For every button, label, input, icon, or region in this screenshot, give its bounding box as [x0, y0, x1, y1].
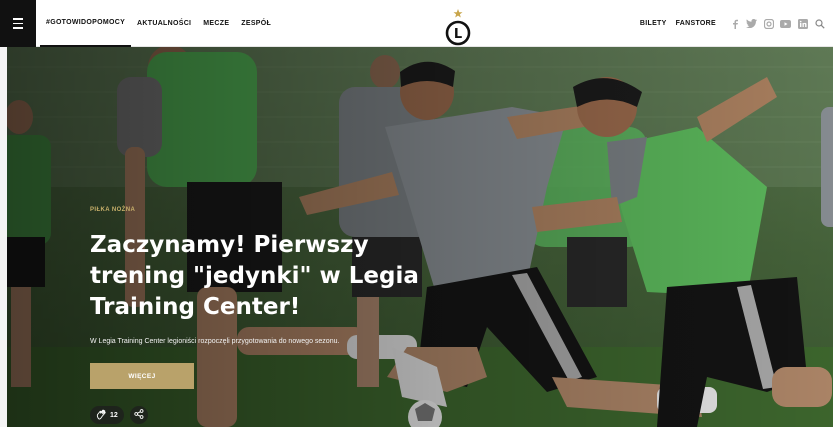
twitter-icon[interactable] — [746, 18, 757, 29]
nav-fanstore[interactable]: FANSTORE — [676, 0, 725, 47]
nav-gotowidopomocy[interactable]: #GOTOWIDOPOMOCY — [40, 0, 132, 47]
hamburger-menu-icon[interactable] — [0, 0, 36, 47]
legia-logo[interactable]: L — [440, 7, 476, 47]
nav-aktualnosci[interactable]: AKTUALNOŚCI — [131, 0, 197, 47]
top-navigation: #GOTOWIDOPOMOCY AKTUALNOŚCI MECZE ZESPÓŁ… — [0, 0, 833, 47]
instagram-icon[interactable] — [763, 18, 774, 29]
logo-star-icon — [453, 9, 463, 18]
search-icon[interactable] — [814, 18, 825, 29]
facebook-icon[interactable] — [729, 18, 740, 29]
clap-hand-icon — [96, 409, 107, 422]
share-icon — [134, 406, 144, 424]
article-lead: W Legia Training Center legioniści rozpo… — [90, 338, 340, 345]
page-left-edge — [0, 47, 7, 427]
secondary-menu: BILETY FANSTORE — [640, 0, 833, 47]
share-button[interactable] — [129, 406, 148, 424]
svg-text:L: L — [454, 27, 462, 42]
clap-button[interactable]: 12 — [90, 406, 124, 424]
hero-content: PIŁKA NOŻNA Zaczynamy! Pierwszy trening … — [90, 207, 510, 424]
youtube-icon[interactable] — [780, 18, 791, 29]
social-links — [729, 18, 825, 29]
article-headline[interactable]: Zaczynamy! Pierwszy trening "jedynki" w … — [90, 230, 450, 323]
linkedin-icon[interactable] — [797, 18, 808, 29]
clap-count: 12 — [110, 411, 118, 419]
nav-mecze[interactable]: MECZE — [197, 0, 235, 47]
article-actions: 12 — [90, 406, 510, 424]
main-menu: #GOTOWIDOPOMOCY AKTUALNOŚCI MECZE ZESPÓŁ — [40, 0, 277, 47]
hero-banner[interactable]: PIŁKA NOŻNA Zaczynamy! Pierwszy trening … — [7, 47, 833, 427]
article-category[interactable]: PIŁKA NOŻNA — [90, 207, 510, 213]
nav-zespol[interactable]: ZESPÓŁ — [235, 0, 277, 47]
more-button[interactable]: WIĘCEJ — [90, 363, 194, 389]
nav-bilety[interactable]: BILETY — [640, 0, 676, 47]
